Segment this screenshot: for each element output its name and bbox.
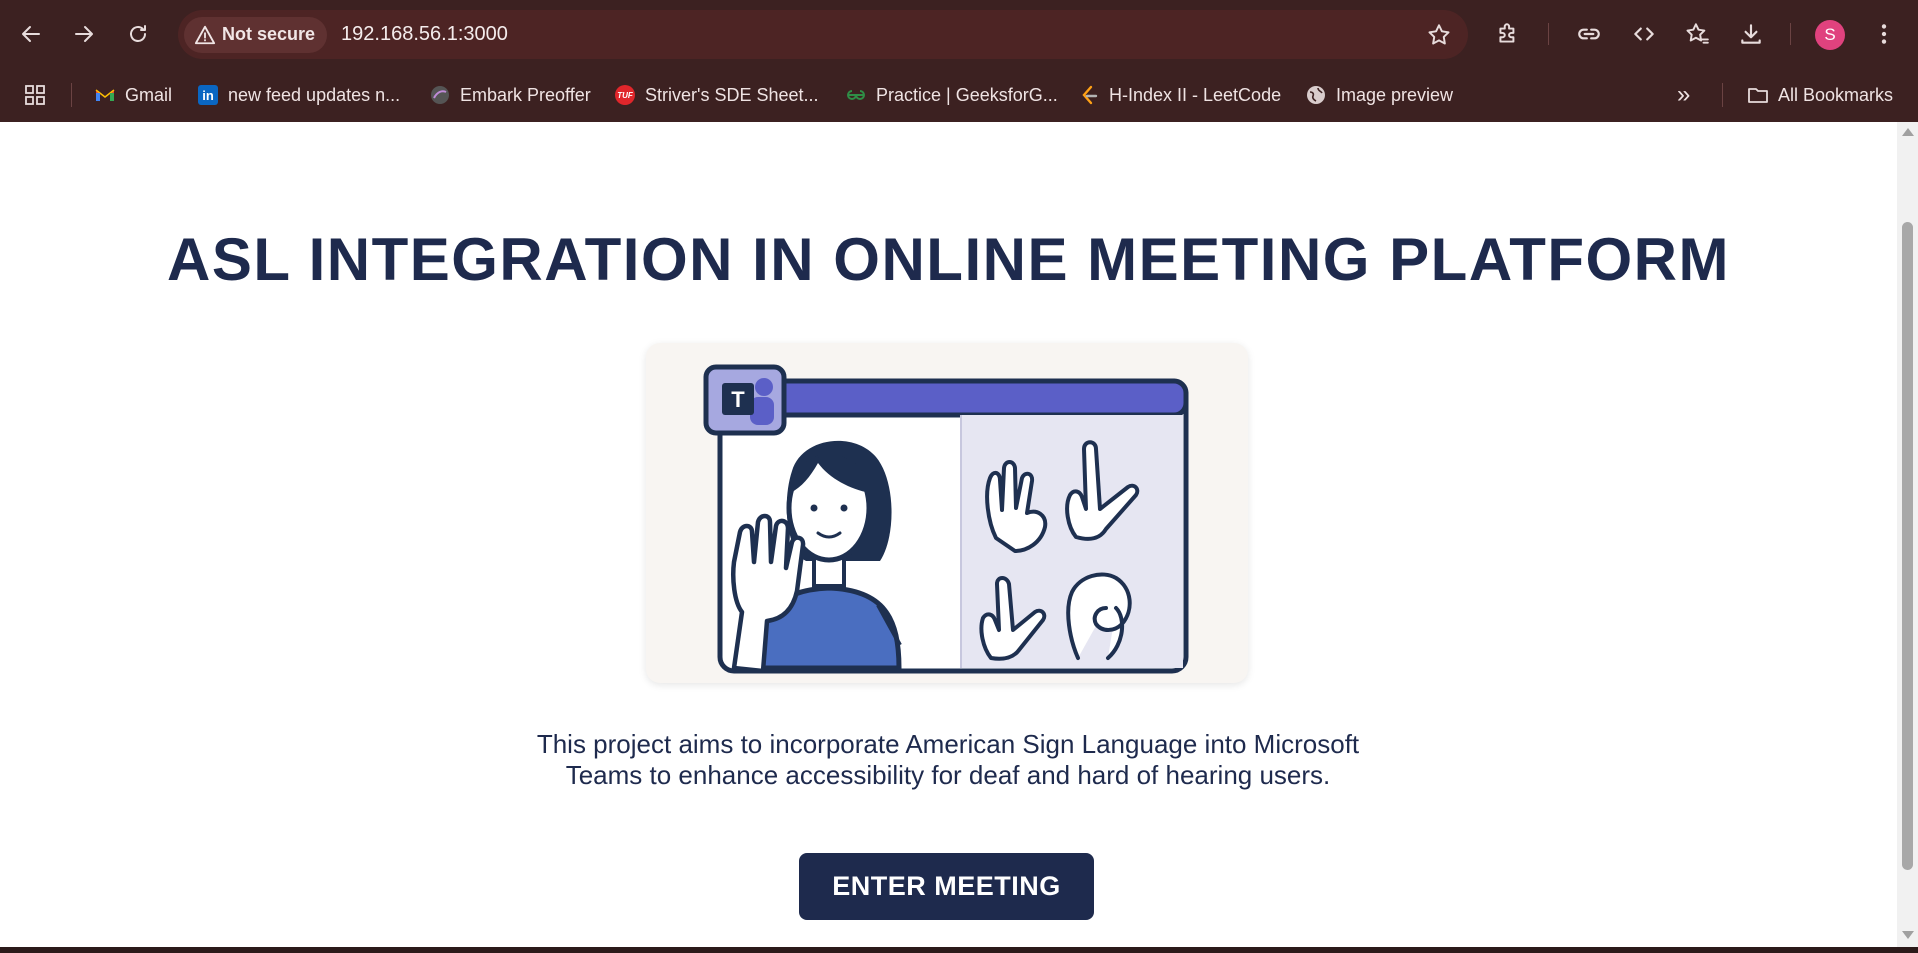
globe-icon — [1305, 84, 1327, 106]
geeksforgeeks-icon — [845, 84, 867, 106]
bookmarks-overflow-button[interactable]: » — [1677, 80, 1690, 110]
arrow-left-icon — [22, 26, 40, 42]
browser-toolbar: Not secure 192.168.56.1:3000 S — [0, 0, 1918, 68]
asl-illustration: T — [646, 343, 1248, 683]
bookmark-linkedin[interactable]: in new feed updates n... — [197, 80, 400, 110]
bookmark-image-preview[interactable]: Image preview — [1305, 80, 1453, 110]
page-scrollbar[interactable] — [1897, 122, 1918, 947]
extensions-button[interactable] — [1490, 16, 1526, 52]
toolbar-divider — [1790, 23, 1791, 45]
tuf-icon: TUF — [614, 84, 636, 106]
back-button[interactable] — [14, 16, 48, 52]
bookmark-embark[interactable]: Embark Preoffer — [429, 80, 591, 110]
folder-icon — [1747, 84, 1769, 106]
reload-button[interactable] — [121, 16, 155, 52]
embark-icon — [429, 84, 451, 106]
code-icon — [1634, 27, 1654, 41]
bookmarks-divider — [1722, 83, 1723, 107]
forward-button[interactable] — [67, 16, 101, 52]
devtools-button[interactable] — [1626, 16, 1662, 52]
leetcode-icon — [1078, 84, 1100, 106]
linkedin-icon: in — [197, 84, 219, 106]
scrollbar-thumb[interactable] — [1902, 222, 1913, 870]
bookmarks-divider — [71, 83, 72, 107]
profile-avatar[interactable]: S — [1815, 20, 1845, 50]
bookmark-leetcode[interactable]: H-Index II - LeetCode — [1078, 80, 1281, 110]
svg-text:in: in — [202, 88, 214, 103]
svg-text:TUF: TUF — [617, 91, 634, 100]
puzzle-icon — [1499, 23, 1515, 43]
download-icon — [1741, 24, 1761, 44]
warning-triangle-icon — [194, 25, 216, 44]
arrow-right-icon — [75, 26, 93, 42]
bookmark-label: Gmail — [125, 84, 173, 105]
bookmarks-bar: Gmail in new feed updates n... Embark Pr… — [0, 68, 1918, 122]
scroll-down-arrow-icon[interactable] — [1902, 931, 1914, 939]
kebab-menu-icon — [1881, 24, 1887, 44]
link-icon — [1578, 28, 1600, 40]
gmail-icon — [94, 84, 116, 106]
bookmark-label: Practice | GeeksforG... — [876, 84, 1058, 105]
downloads-button[interactable] — [1733, 16, 1769, 52]
bookmark-label: Striver's SDE Sheet... — [645, 84, 819, 105]
bookmark-label: new feed updates n... — [228, 84, 401, 105]
reload-icon — [130, 25, 146, 42]
security-chip[interactable]: Not secure — [184, 16, 328, 53]
bookmark-geeksforgeeks[interactable]: Practice | GeeksforG... — [845, 80, 1058, 110]
all-bookmarks-label: All Bookmarks — [1778, 84, 1894, 105]
bookmark-striver[interactable]: TUF Striver's SDE Sheet... — [614, 80, 819, 110]
menu-button[interactable] — [1866, 16, 1902, 52]
page-viewport: ASL INTEGRATION IN ONLINE MEETING PLATFO… — [0, 122, 1897, 947]
description-line: Teams to enhance accessibility for deaf … — [565, 760, 1331, 790]
all-bookmarks-button[interactable]: All Bookmarks — [1747, 80, 1893, 110]
address-bar[interactable]: Not secure 192.168.56.1:3000 — [178, 10, 1468, 59]
apps-button[interactable] — [24, 80, 46, 110]
scroll-up-arrow-icon[interactable] — [1902, 128, 1914, 136]
toolbar-divider — [1548, 23, 1549, 45]
page-title: ASL INTEGRATION IN ONLINE MEETING PLATFO… — [167, 226, 1730, 293]
bookmark-star-icon[interactable] — [1426, 22, 1452, 48]
enter-meeting-button[interactable]: ENTER MEETING — [799, 853, 1094, 920]
copy-link-button[interactable] — [1571, 16, 1607, 52]
bookmark-gmail[interactable]: Gmail — [94, 80, 172, 110]
url-text[interactable]: 192.168.56.1:3000 — [341, 23, 508, 46]
bookmark-label: Image preview — [1336, 84, 1454, 105]
project-description: This project aims to incorporate America… — [468, 729, 1428, 791]
window-bottom-edge — [0, 947, 1918, 953]
teams-logo-letter: T — [731, 387, 745, 412]
bookmark-label: Embark Preoffer — [460, 84, 591, 105]
security-label: Not secure — [222, 24, 316, 44]
bookmark-label: H-Index II - LeetCode — [1109, 84, 1282, 105]
star-list-icon — [1686, 23, 1709, 44]
description-line: This project aims to incorporate America… — [536, 729, 1360, 759]
bookmarks-manager-button[interactable] — [1679, 16, 1715, 52]
apps-grid-icon — [24, 84, 46, 106]
